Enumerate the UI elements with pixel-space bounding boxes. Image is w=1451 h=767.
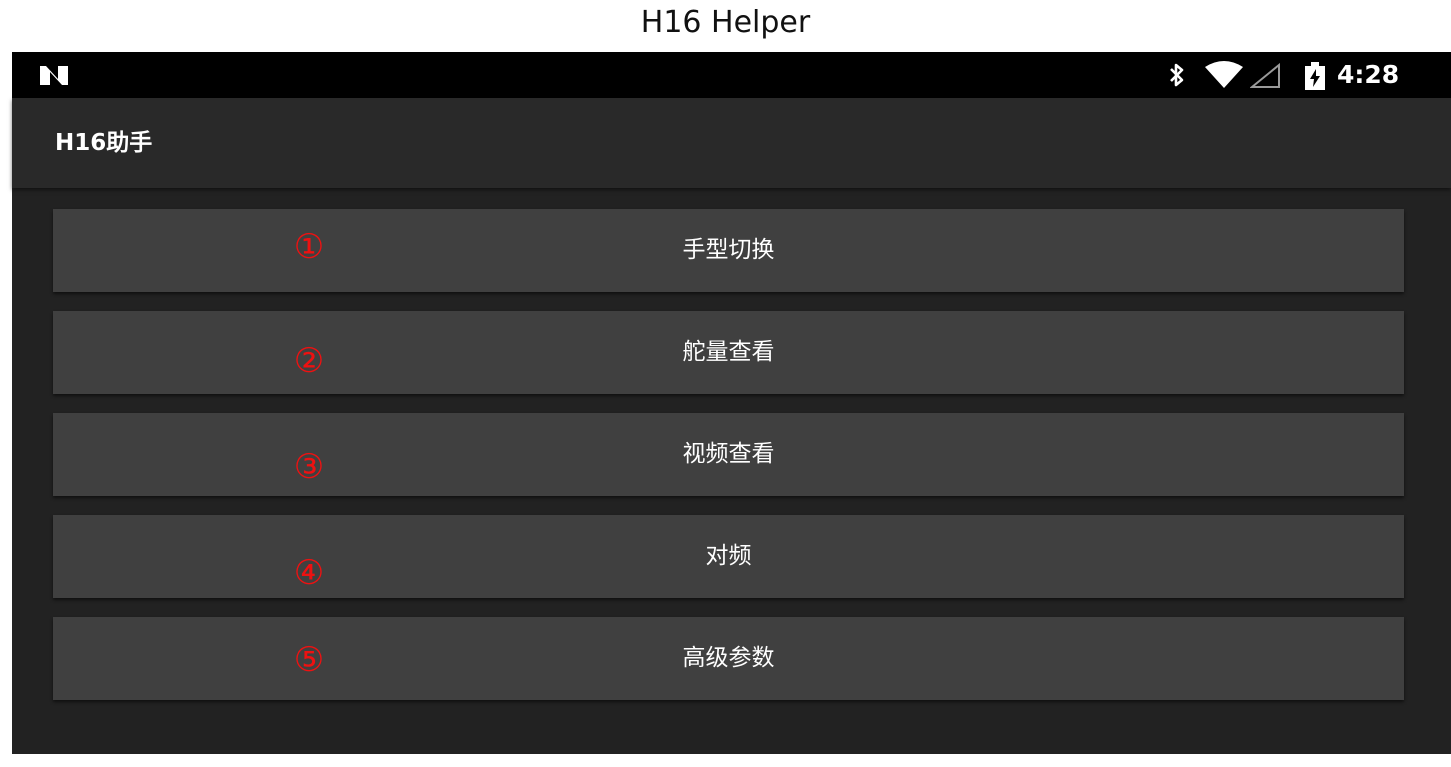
app-title: H16助手: [55, 130, 153, 156]
binding-button[interactable]: ④ 对频: [53, 515, 1404, 598]
button-label: 对频: [705, 543, 752, 569]
button-label: 手型切换: [682, 237, 775, 263]
document-caption: H16 Helper: [640, 5, 811, 40]
wifi-icon: [1205, 61, 1243, 88]
status-time: 4:28: [1337, 60, 1400, 89]
battery-charging-icon: [1305, 62, 1325, 90]
advanced-parameters-button[interactable]: ⑤ 高级参数: [53, 617, 1404, 700]
button-label: 高级参数: [682, 645, 775, 671]
hand-mode-switch-button[interactable]: ① 手型切换: [53, 209, 1404, 292]
button-label: 视频查看: [682, 441, 775, 467]
app-bar: H16助手: [12, 98, 1451, 188]
button-label: 舵量查看: [682, 339, 775, 365]
n-logo-icon: [40, 66, 68, 85]
cell-signal-icon: [1250, 63, 1280, 88]
status-bar: 4:28: [12, 52, 1451, 98]
video-view-button[interactable]: ③ 视频查看: [53, 413, 1404, 496]
device-screen: 4:28 H16助手 ① 手型切换 ② 舵量查看 ③ 视频查看 ④ 对频 ⑤ 高…: [12, 52, 1451, 754]
bluetooth-icon: [1170, 63, 1184, 87]
channel-monitor-button[interactable]: ② 舵量查看: [53, 311, 1404, 394]
